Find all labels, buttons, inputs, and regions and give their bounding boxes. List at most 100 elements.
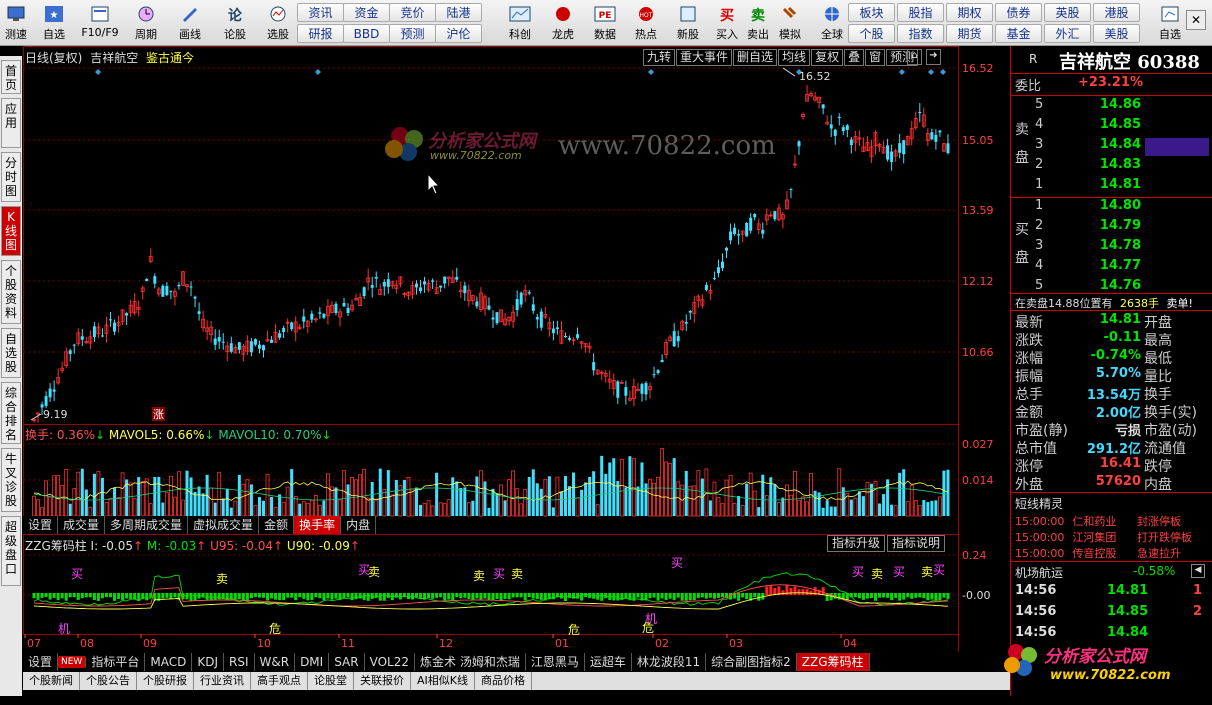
- toolbar-button-science[interactable]: 科创: [500, 2, 540, 44]
- news-tab-6[interactable]: 关联报价: [354, 672, 411, 690]
- toolbar-link-bottom[interactable]: BBD: [343, 24, 390, 43]
- volume-tab-6[interactable]: 内盘: [341, 516, 377, 534]
- history-link[interactable]: 鉴古通今: [146, 51, 194, 65]
- toolbar-link-bottom[interactable]: 沪伦: [435, 24, 482, 43]
- chart-button-1[interactable]: 重大事件: [676, 49, 733, 66]
- left-tab-7[interactable]: 牛叉诊股: [1, 448, 21, 512]
- chart-button-3[interactable]: 均线: [778, 49, 811, 66]
- sector-row[interactable]: 机场航运 -0.58% ◀: [1015, 564, 1211, 581]
- indicator-tab-4[interactable]: KDJ: [192, 653, 224, 671]
- toolbar-button-document[interactable]: F10/F9: [80, 2, 120, 44]
- market-link-top[interactable]: 债券: [995, 3, 1042, 22]
- market-link-top[interactable]: 英股: [1044, 3, 1091, 22]
- event-marker-icon[interactable]: [95, 69, 101, 75]
- news-tab-0[interactable]: 个股新闻: [23, 672, 80, 690]
- toolbar-button-pe[interactable]: PE 数据: [585, 2, 625, 44]
- market-link-top[interactable]: 期权: [946, 3, 993, 22]
- toolbar-link-bottom[interactable]: 预测: [389, 24, 436, 43]
- left-tab-8[interactable]: 超级盘口: [1, 516, 21, 586]
- toolbar-button-globe[interactable]: 全球: [812, 2, 852, 44]
- news-tab-5[interactable]: 论股堂: [308, 672, 354, 690]
- event-marker-icon[interactable]: [648, 69, 654, 75]
- chart-button-4[interactable]: 复权: [811, 49, 844, 66]
- indicator-tab-10[interactable]: 炼金术 汤姆和杰瑞: [415, 653, 526, 671]
- toolbar-button-hot[interactable]: HOT 热点: [626, 2, 666, 44]
- toolbar-link-top[interactable]: 资讯: [297, 3, 344, 22]
- toolbar-button-chart-search[interactable]: 选股: [258, 2, 298, 44]
- market-link-bottom[interactable]: 期货: [946, 24, 993, 43]
- chart-button-6[interactable]: 窗: [865, 49, 886, 66]
- scroll-arrow-icon[interactable]: ◀: [1191, 564, 1205, 578]
- speedtest-button[interactable]: 测速: [2, 2, 30, 44]
- indicator-tab-15[interactable]: ZZG筹码柱: [796, 653, 870, 671]
- event-marker-icon[interactable]: [315, 69, 321, 75]
- indicator-tab-6[interactable]: W&R: [254, 653, 296, 671]
- volume-tab-1[interactable]: 成交量: [58, 516, 106, 534]
- news-tab-8[interactable]: 商品价格: [475, 672, 532, 690]
- market-link-top[interactable]: 港股: [1093, 3, 1140, 22]
- news-tab-7[interactable]: AI相似K线: [411, 672, 475, 690]
- market-link-bottom[interactable]: 指数: [897, 24, 944, 43]
- toolbar-link-bottom[interactable]: 研报: [297, 24, 344, 43]
- volume-tab-2[interactable]: 多周期成交量: [105, 516, 189, 534]
- news-tab-4[interactable]: 高手观点: [251, 672, 308, 690]
- zzg-button-0[interactable]: 指标升级: [827, 535, 886, 552]
- news-tab-3[interactable]: 行业资讯: [194, 672, 251, 690]
- event-marker-icon[interactable]: [899, 69, 905, 75]
- toolbar-button-custom[interactable]: 自选: [1150, 2, 1190, 44]
- market-link-top[interactable]: 股指: [897, 3, 944, 22]
- market-link-bottom[interactable]: 个股: [848, 24, 895, 43]
- market-link-top[interactable]: 板块: [848, 3, 895, 22]
- event-marker-icon[interactable]: [928, 69, 934, 75]
- indicator-tab-5[interactable]: RSI: [224, 653, 255, 671]
- close-icon[interactable]: ✕: [1186, 10, 1206, 30]
- market-link-bottom[interactable]: 外汇: [1044, 24, 1091, 43]
- toolbar-button-newstock[interactable]: 新股: [668, 2, 708, 44]
- indicator-tab-11[interactable]: 江恩黑马: [525, 653, 585, 671]
- left-tab-1[interactable]: 应用: [1, 98, 21, 148]
- event-marker-icon[interactable]: [940, 69, 946, 75]
- volume-tab-3[interactable]: 虚拟成交量: [188, 516, 260, 534]
- toolbar-button-clock[interactable]: 周期: [126, 2, 166, 44]
- indicator-tab-9[interactable]: VOL22: [364, 653, 415, 671]
- volume-tab-5[interactable]: 换手率: [294, 516, 342, 534]
- indicator-tab-2[interactable]: 指标平台: [86, 653, 146, 671]
- indicator-tab-13[interactable]: 林龙波段11: [631, 653, 707, 671]
- short-line-item[interactable]: 15:00:00 江河集团 打开跌停板: [1015, 529, 1211, 545]
- chart-button-2[interactable]: 删自选: [733, 49, 778, 66]
- toolbar-link-top[interactable]: 陆港: [435, 3, 482, 22]
- zzg-button-1[interactable]: 指标说明: [887, 535, 946, 552]
- toolbar-button-hammer[interactable]: 模拟: [770, 2, 810, 44]
- left-tab-4[interactable]: 个股资料: [1, 260, 21, 324]
- chart-button-5[interactable]: 叠: [844, 49, 865, 66]
- short-line-item[interactable]: 15:00:00 传音控股 急速拉升: [1015, 545, 1211, 561]
- toolbar-button-star[interactable]: ★ 自选: [34, 2, 74, 44]
- toolbar-link-top[interactable]: 资金: [343, 3, 390, 22]
- kline-chart-area[interactable]: 16.52 15.05 13.59 12.12 10.66 0.027 0.014 0.24 -…: [23, 46, 1010, 676]
- indicator-tab-8[interactable]: SAR: [329, 653, 365, 671]
- lock-icon[interactable]: ⌂: [907, 49, 922, 65]
- short-line-item[interactable]: 15:00:00 仁和药业 封涨停板: [1015, 513, 1211, 529]
- news-tab-2[interactable]: 个股研报: [137, 672, 194, 690]
- chart-button-0[interactable]: 九转: [643, 49, 676, 66]
- volume-tab-0[interactable]: 设置: [23, 516, 59, 534]
- left-tab-3[interactable]: K线图: [1, 206, 21, 256]
- news-tab-1[interactable]: 个股公告: [80, 672, 137, 690]
- left-tab-5[interactable]: 自选股: [1, 328, 21, 378]
- exit-icon[interactable]: ➜: [926, 49, 941, 65]
- indicator-tab-3[interactable]: MACD: [145, 653, 193, 671]
- market-link-bottom[interactable]: 美股: [1093, 24, 1140, 43]
- toolbar-button-chat[interactable]: 论论股: [215, 2, 255, 44]
- indicator-tab-0[interactable]: 设置: [23, 653, 59, 671]
- indicator-tab-14[interactable]: 综合副图指标2: [706, 653, 797, 671]
- indicator-tab-12[interactable]: 运超车: [584, 653, 632, 671]
- toolbar-link-top[interactable]: 竞价: [389, 3, 436, 22]
- indicator-tab-7[interactable]: DMI: [295, 653, 330, 671]
- left-tab-2[interactable]: 分时图: [1, 152, 21, 202]
- toolbar-button-tiger[interactable]: 龙虎: [543, 2, 583, 44]
- market-link-bottom[interactable]: 基金: [995, 24, 1042, 43]
- toolbar-button-pencil[interactable]: 画线: [170, 2, 210, 44]
- left-tab-0[interactable]: 首页: [1, 60, 21, 94]
- volume-tab-4[interactable]: 金额: [259, 516, 295, 534]
- left-tab-6[interactable]: 综合排名: [1, 382, 21, 444]
